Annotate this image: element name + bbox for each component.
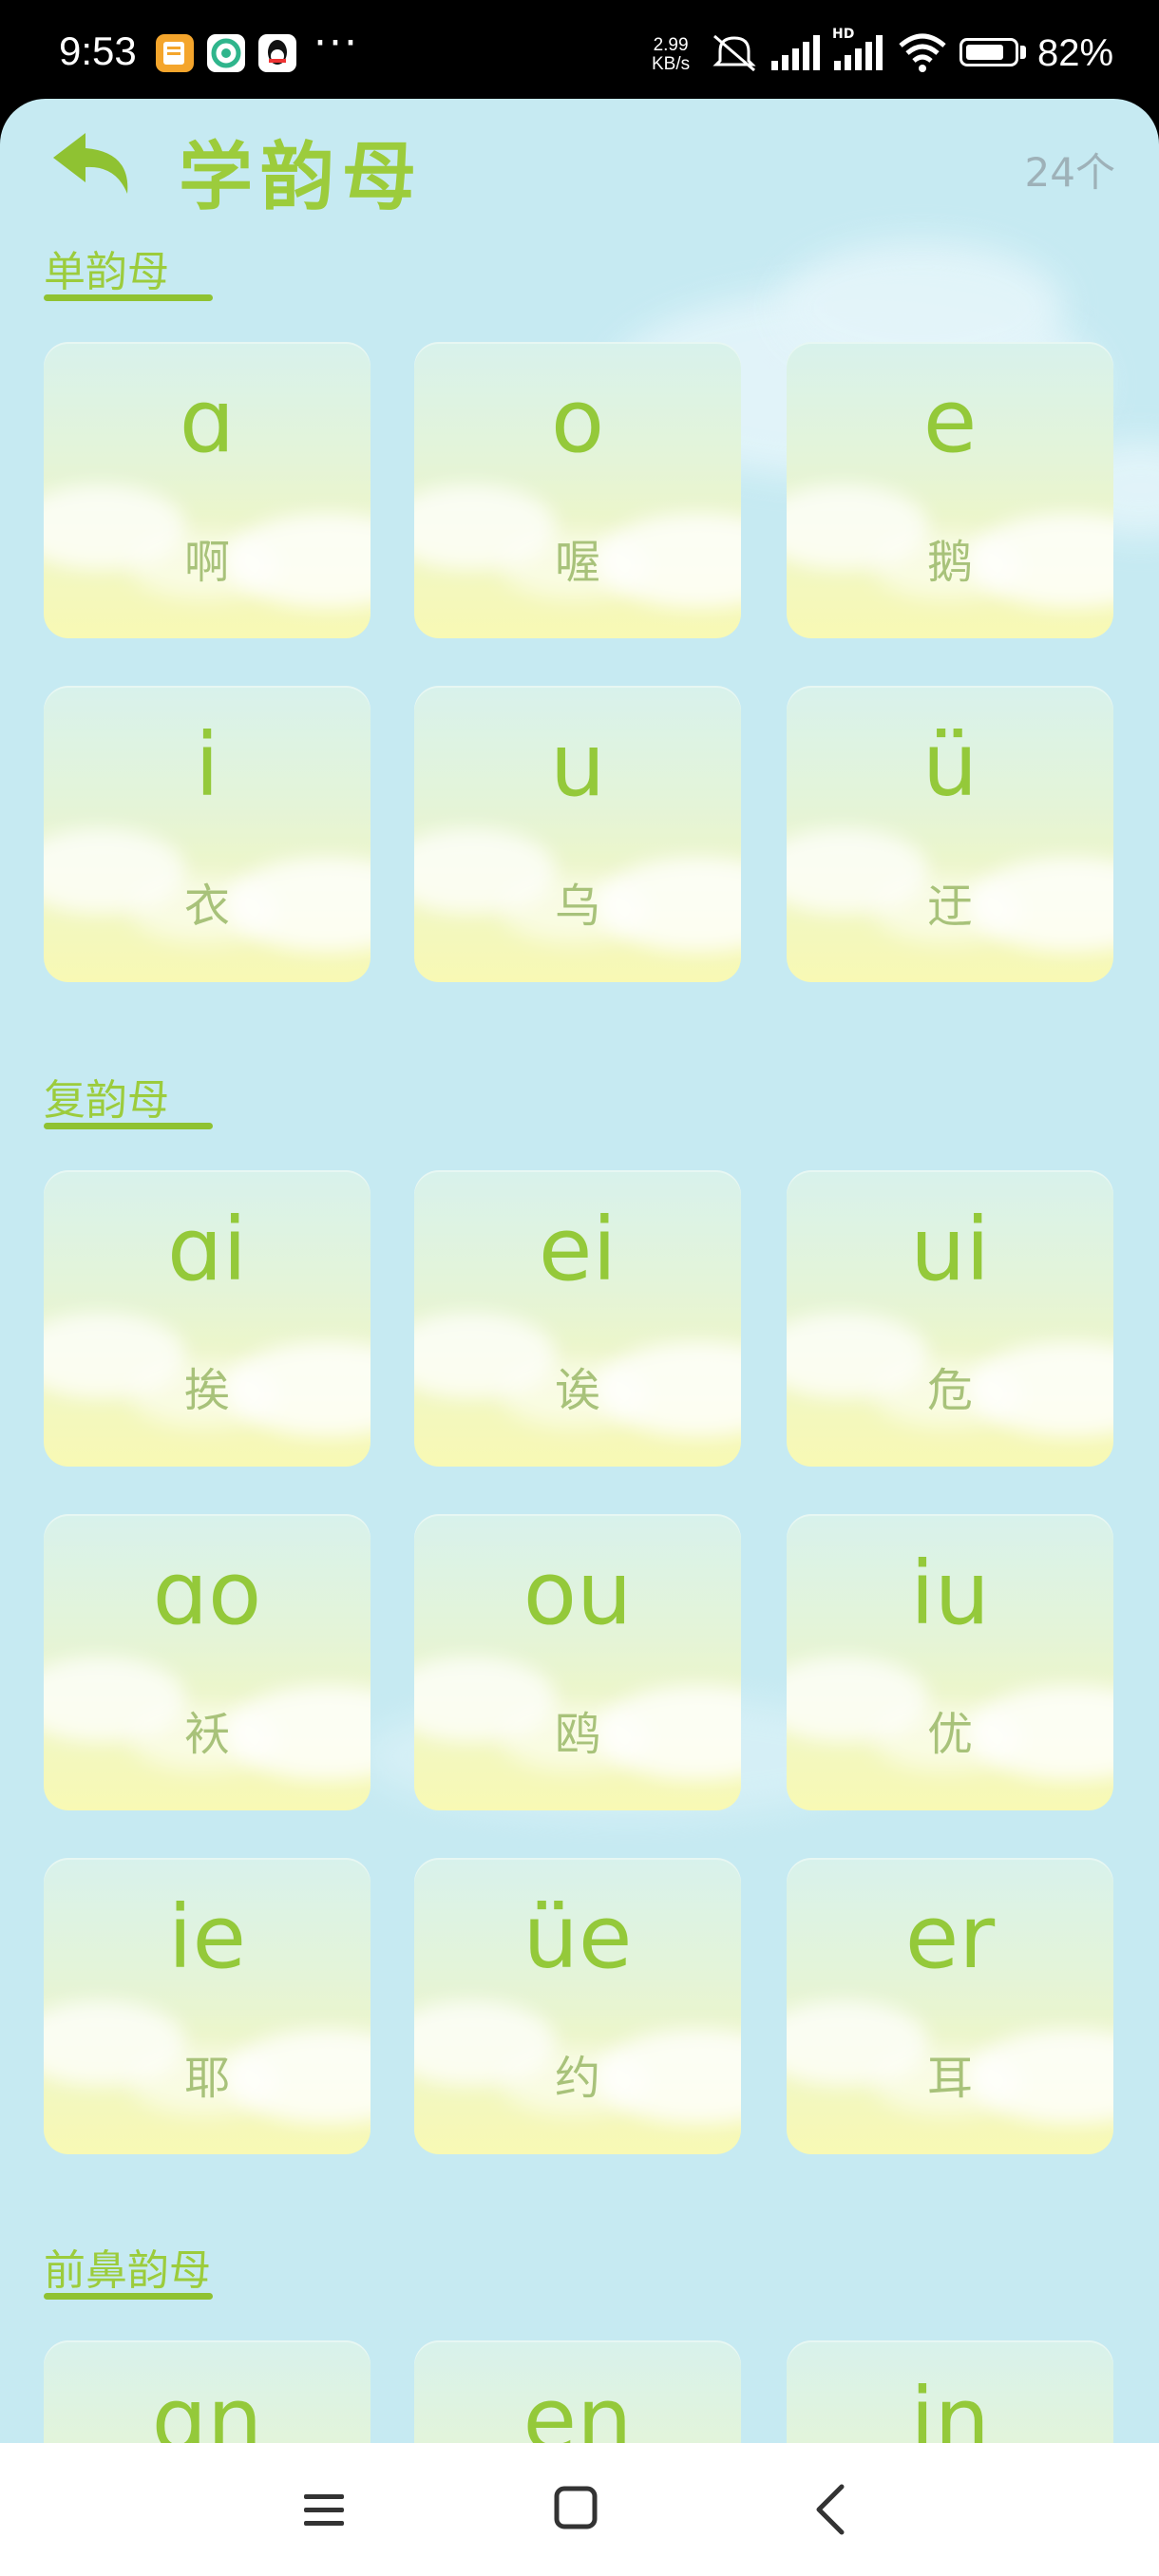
final-card[interactable]: o喔 <box>414 342 741 638</box>
card-pinyin: iu <box>910 1543 990 1644</box>
status-time: 9:53 <box>59 28 137 73</box>
section-title: 前鼻韵母 <box>44 2246 211 2295</box>
card-hanzi: 耳 <box>926 2052 973 2105</box>
card-hanzi: 衣 <box>183 880 230 933</box>
card-pinyin: o <box>550 370 605 472</box>
page-title: 学韵母 <box>179 135 425 220</box>
card-pinyin: ei <box>538 1199 618 1300</box>
card-hanzi: 鸥 <box>554 1708 600 1761</box>
final-card[interactable]: u乌 <box>414 686 741 982</box>
card-hanzi: 约 <box>554 2052 600 2105</box>
card-hanzi: 危 <box>926 1364 973 1417</box>
final-card[interactable]: i衣 <box>44 686 370 982</box>
menu-icon <box>304 2494 344 2526</box>
card-pinyin: ɑo <box>152 1543 262 1644</box>
final-card[interactable]: ou 鸥 <box>414 1514 741 1810</box>
card-pinyin: ɑ <box>179 370 236 472</box>
card-pinyin: ui <box>910 1199 990 1300</box>
final-card[interactable]: ɑ啊 <box>44 342 370 638</box>
status-bar: 9:53 ··· 2.99 KB/s HD 82% <box>0 0 1159 104</box>
mute-icon <box>711 32 758 78</box>
card-hanzi: 乌 <box>554 880 600 933</box>
section-underline <box>44 294 213 301</box>
final-card[interactable]: ei 诶 <box>414 1170 741 1467</box>
card-hanzi: 喔 <box>554 536 600 589</box>
network-speed: 2.99 KB/s <box>652 35 691 74</box>
svg-text:HD: HD <box>832 27 854 42</box>
card-pinyin: ie <box>167 1886 247 1988</box>
card-pinyin: i <box>195 714 219 816</box>
battery-tip <box>1020 46 1026 59</box>
back-arrow-icon <box>53 133 128 194</box>
card-pinyin: üe <box>522 1886 633 1988</box>
final-card[interactable]: ɑn <box>44 2340 370 2443</box>
section-underline <box>44 2293 213 2300</box>
card-hanzi: 优 <box>926 1708 973 1761</box>
card-hanzi: 迂 <box>926 880 973 933</box>
back-nav-button[interactable] <box>792 2481 868 2538</box>
back-button[interactable] <box>48 123 142 209</box>
battery-fill <box>966 45 1003 60</box>
card-pinyin: ü <box>922 714 978 816</box>
back-icon <box>816 2484 845 2535</box>
final-card[interactable]: en <box>414 2340 741 2443</box>
wifi-icon <box>897 32 948 78</box>
notes-app-icon <box>156 34 194 72</box>
section-heading: 前鼻韵母 <box>44 2236 213 2300</box>
final-card[interactable]: ui 危 <box>787 1170 1113 1467</box>
card-hanzi: 啊 <box>183 536 230 589</box>
card-hanzi: 耶 <box>183 2052 230 2105</box>
final-card[interactable]: er 耳 <box>787 1858 1113 2154</box>
card-hanzi: 鹅 <box>926 536 973 589</box>
menu-button[interactable] <box>285 2481 361 2538</box>
home-button[interactable] <box>538 2481 614 2538</box>
app-notification-icon <box>207 34 245 72</box>
card-hanzi: 挨 <box>183 1364 230 1417</box>
final-card[interactable]: ie 耶 <box>44 1858 370 2154</box>
section-underline <box>44 1123 213 1129</box>
qq-icon <box>258 34 296 72</box>
final-card[interactable]: üe 约 <box>414 1858 741 2154</box>
card-pinyin: en <box>522 2369 633 2444</box>
section-title: 复韵母 <box>44 1076 169 1125</box>
app-screen: 学韵母 24个 单韵母 ɑ 啊 o 喔 e 鹅 i 衣 u 乌 ü 迂复韵母 ɑi 挨 ei 诶 ui 危 ɑo 袄 ou… <box>0 99 1159 2443</box>
final-card[interactable]: ɑi 挨 <box>44 1170 370 1467</box>
battery-icon <box>960 38 1018 66</box>
battery-percent: 82% <box>1037 32 1114 74</box>
card-pinyin: ɑi <box>167 1199 247 1300</box>
final-count: 24个 <box>1024 149 1115 196</box>
signal-icon <box>770 32 823 78</box>
card-hanzi: 袄 <box>183 1708 230 1761</box>
card-pinyin: in <box>910 2369 990 2444</box>
more-notifications-icon: ··· <box>314 19 359 67</box>
section-heading: 单韵母 <box>44 237 213 301</box>
card-pinyin: ɑn <box>151 2369 263 2444</box>
signal-hd-icon: HD <box>830 25 887 78</box>
final-card[interactable]: ü迂 <box>787 686 1113 982</box>
section-heading: 复韵母 <box>44 1066 213 1129</box>
final-card[interactable]: in <box>787 2340 1113 2443</box>
navigation-bar <box>0 2443 1159 2576</box>
card-pinyin: er <box>904 1886 996 1988</box>
card-hanzi: 诶 <box>554 1364 600 1417</box>
section-title: 单韵母 <box>44 248 169 296</box>
home-icon <box>554 2486 598 2529</box>
final-card[interactable]: iu 优 <box>787 1514 1113 1810</box>
final-card[interactable]: ɑo 袄 <box>44 1514 370 1810</box>
card-pinyin: u <box>549 714 606 816</box>
card-pinyin: e <box>922 370 978 472</box>
card-pinyin: ou <box>522 1543 633 1644</box>
final-card[interactable]: e鹅 <box>787 342 1113 638</box>
